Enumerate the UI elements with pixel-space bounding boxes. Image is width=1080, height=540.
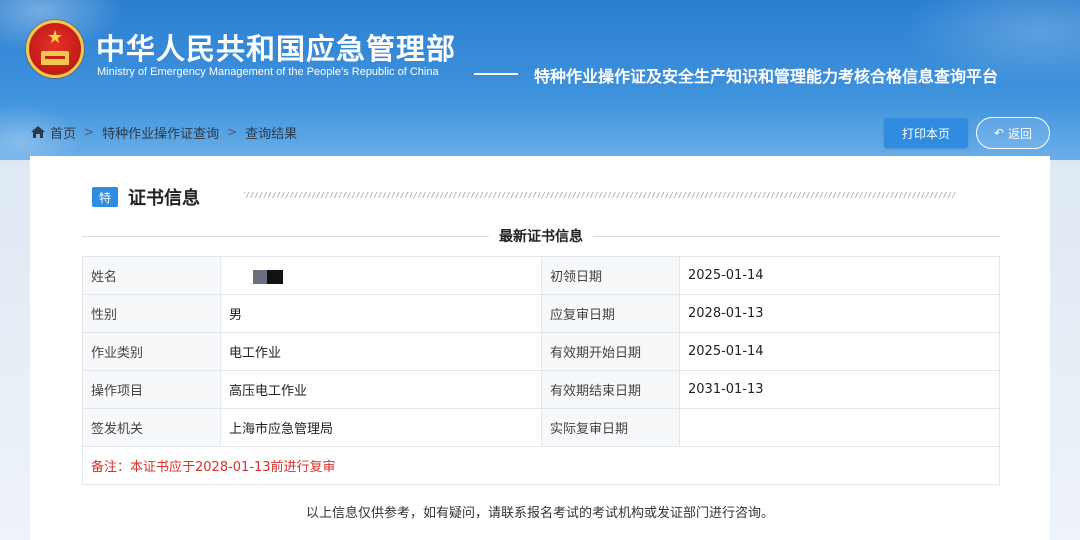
value-operation-item: 高压电工作业 (220, 370, 542, 409)
table-row: 作业类别 电工作业 有效期开始日期 2025-01-14 (82, 332, 1000, 371)
back-button-label: 返回 (1008, 126, 1033, 141)
ministry-name-cn: 中华人民共和国应急管理部 (96, 32, 457, 66)
breadcrumb-cert-query[interactable]: 特种作业操作证查询 (102, 123, 219, 142)
redacted-name (229, 268, 299, 284)
emblem-star: ★ (47, 27, 64, 48)
value-first-issue-date: 2025-01-14 (679, 256, 1000, 295)
special-badge: 特 (92, 187, 118, 207)
breadcrumb-current: 查询结果 (245, 126, 298, 142)
value-gender: 男 (220, 294, 542, 333)
review-note: 备注：本证书应于2028-01-13前进行复审 (82, 446, 1000, 485)
national-emblem-icon: ★ (26, 20, 84, 78)
label-work-category: 作业类别 (82, 332, 221, 371)
label-valid-end-date: 有效期结束日期 (541, 370, 680, 409)
subtitle-block: 最新证书信息 (82, 226, 1000, 246)
print-button[interactable]: 打印本页 (884, 118, 968, 148)
value-name (220, 256, 542, 295)
label-actual-review-date: 实际复审日期 (541, 408, 680, 447)
table-row: 签发机关 上海市应急管理局 实际复审日期 (82, 408, 1000, 447)
value-valid-end-date: 2031-01-13 (679, 370, 1000, 409)
label-name: 姓名 (82, 256, 221, 295)
table-row: 性别 男 应复审日期 2028-01-13 (82, 294, 1000, 333)
label-operation-item: 操作项目 (82, 370, 221, 409)
back-arrow-icon: ↶ (993, 126, 1005, 140)
section-title: 证书信息 (128, 188, 200, 209)
breadcrumb-separator: > (227, 125, 238, 139)
subtitle: 最新证书信息 (489, 226, 593, 246)
emblem-gate (41, 51, 69, 65)
table-row: 操作项目 高压电工作业 有效期结束日期 2031-01-13 (82, 370, 1000, 409)
value-issuing-authority: 上海市应急管理局 (220, 408, 542, 447)
table-row: 姓名 初领日期 2025-01-14 (82, 256, 1000, 295)
breadcrumb-home[interactable]: 首页 (50, 123, 76, 142)
label-issuing-authority: 签发机关 (82, 408, 221, 447)
value-valid-start-date: 2025-01-14 (679, 332, 1000, 371)
back-button[interactable]: ↶ 返回 (976, 117, 1050, 149)
label-review-due-date: 应复审日期 (541, 294, 680, 333)
home-icon[interactable] (30, 125, 46, 139)
certificate-table: 姓名 初领日期 2025-01-14 性别 男 应复审日期 2028-01-13… (82, 256, 1000, 485)
breadcrumb: 首页 > 特种作业操作证查询 > 查询结果 (30, 123, 298, 142)
label-valid-start-date: 有效期开始日期 (541, 332, 680, 371)
decorative-hatch (244, 192, 956, 198)
label-gender: 性别 (82, 294, 221, 333)
certificate-card: 特 证书信息 最新证书信息 姓名 初领日期 2025-01-14 性别 男 应复… (30, 156, 1050, 540)
section-header: 特 证书信息 (92, 184, 200, 210)
site-header: ★ 中华人民共和国应急管理部 Ministry of Emergency Man… (0, 0, 1080, 100)
value-actual-review-date (679, 408, 1000, 447)
value-work-category: 电工作业 (220, 332, 542, 371)
title-divider-line (474, 73, 518, 75)
platform-title: 特种作业操作证及安全生产知识和管理能力考核合格信息查询平台 (534, 67, 999, 86)
disclaimer-text: 以上信息仅供参考，如有疑问，请联系报名考试的考试机构或发证部门进行咨询。 (305, 506, 774, 521)
ministry-name-en: Ministry of Emergency Management of the … (97, 66, 439, 78)
breadcrumb-separator: > (84, 125, 95, 139)
value-review-due-date: 2028-01-13 (679, 294, 1000, 333)
table-row: 备注：本证书应于2028-01-13前进行复审 (82, 446, 1000, 485)
label-first-issue-date: 初领日期 (541, 256, 680, 295)
